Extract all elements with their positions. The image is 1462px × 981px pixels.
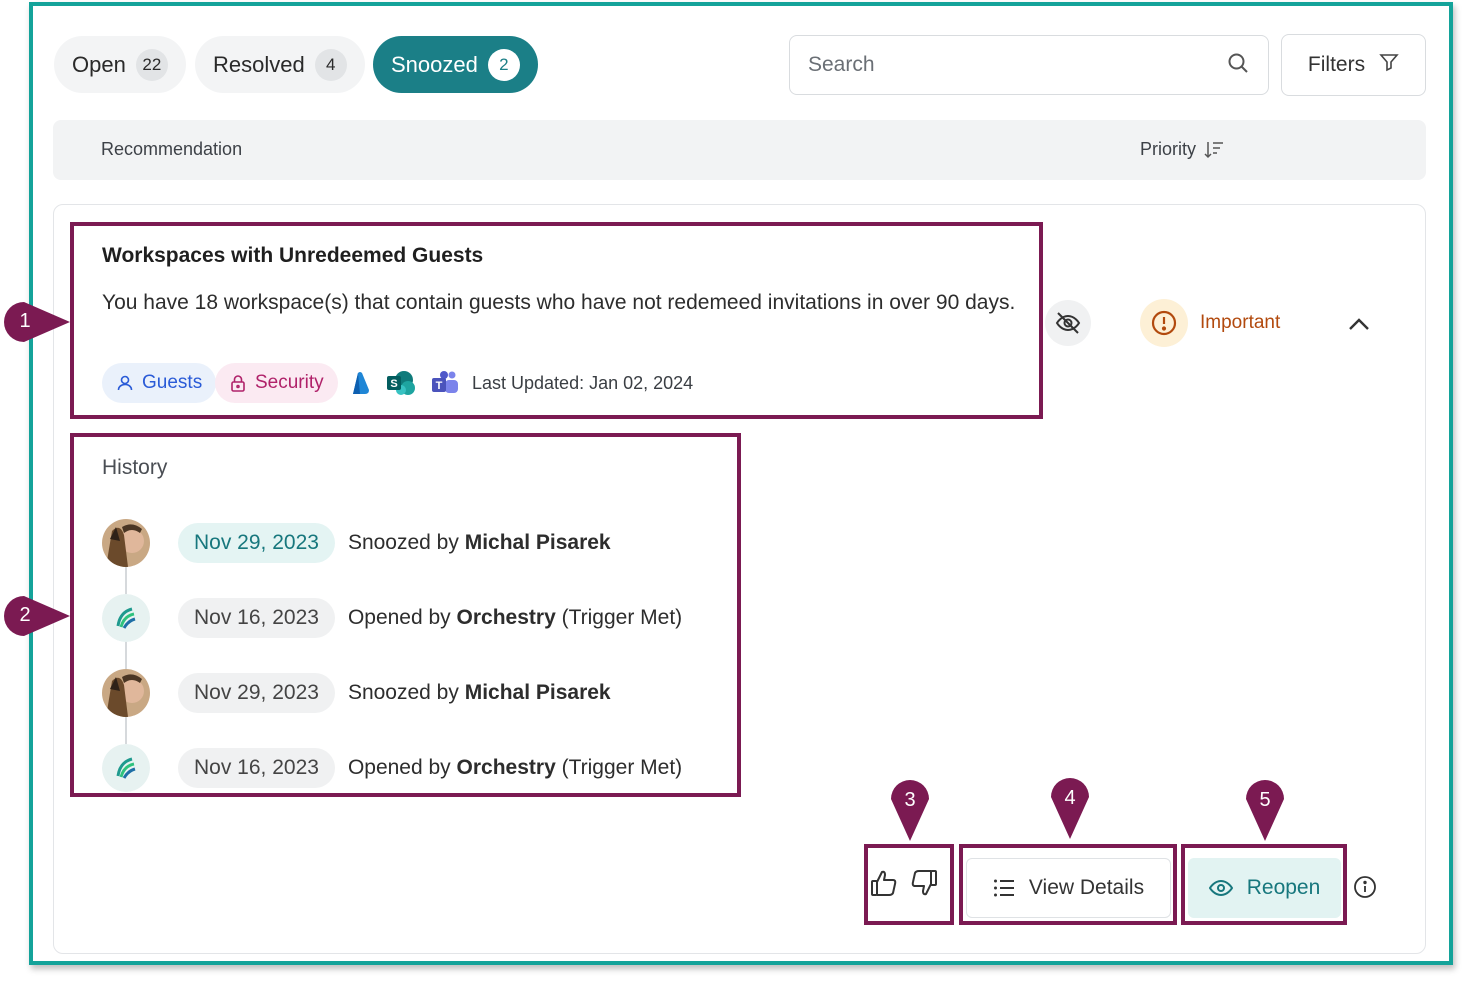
table-header: Recommendation Priority [53,120,1426,180]
search-input[interactable] [808,53,1188,77]
marker-5: 5 [1242,775,1288,841]
tab-snoozed-count: 2 [487,48,520,81]
tab-open-count: 22 [135,48,168,81]
marker-3: 3 [887,775,933,841]
priority-label: Important [1200,312,1281,333]
marker-2: 2 [0,592,70,640]
column-priority[interactable]: Priority [1140,139,1224,160]
filters-label: Filters [1307,53,1366,76]
eye-off-icon[interactable] [1045,300,1091,346]
highlight-box-1 [70,222,1043,419]
highlight-box-3 [864,844,954,925]
search-box [789,35,1269,95]
tab-snoozed-label: Snoozed [391,51,478,77]
chevron-up-icon[interactable] [1344,309,1374,339]
alert-icon [1140,299,1188,347]
filter-icon [1379,52,1399,78]
column-recommendation: Recommendation [101,139,243,159]
highlight-box-4 [959,844,1177,925]
search-icon[interactable] [1226,51,1250,80]
highlight-box-5 [1181,844,1347,925]
highlight-box-2 [70,433,741,797]
tab-resolved[interactable]: Resolved 4 [195,36,365,93]
tab-open[interactable]: Open 22 [54,36,186,93]
tab-snoozed[interactable]: Snoozed 2 [373,36,538,93]
sort-icon [1204,141,1224,158]
marker-1: 1 [0,298,70,346]
marker-4: 4 [1047,773,1093,839]
tab-resolved-count: 4 [314,48,347,81]
info-icon[interactable] [1353,875,1377,904]
tab-resolved-label: Resolved [213,51,305,77]
filters-button[interactable]: Filters [1281,34,1426,96]
tab-open-label: Open [72,51,126,77]
column-priority-label: Priority [1140,139,1197,159]
